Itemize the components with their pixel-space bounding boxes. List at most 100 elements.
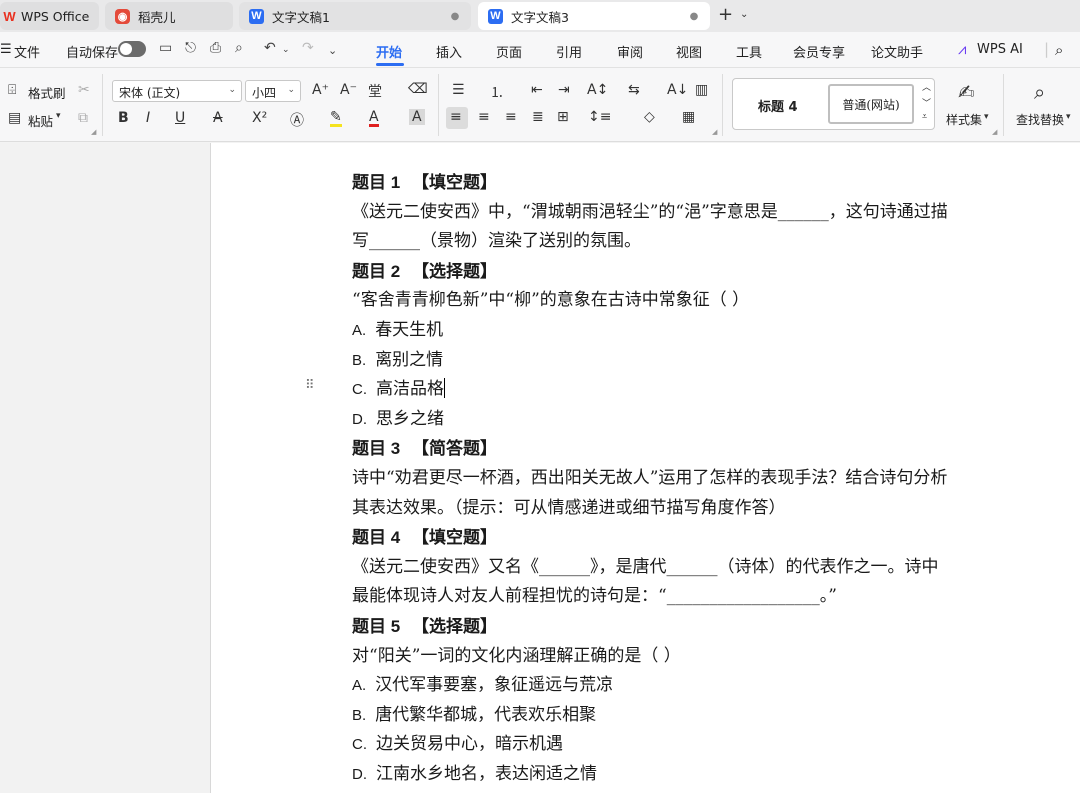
- style-heading4[interactable]: 标题 4: [758, 96, 798, 115]
- sort-icon[interactable]: A↓: [667, 82, 688, 98]
- expand-gallery-icon[interactable]: ⩡: [922, 112, 927, 122]
- more-chevron-icon[interactable]: ⌄: [328, 44, 337, 57]
- style-set-button[interactable]: 样式集: [946, 111, 982, 128]
- chevron-down-icon[interactable]: ▾: [984, 112, 989, 122]
- chevron-down-icon[interactable]: ▾: [56, 111, 61, 121]
- menu-home[interactable]: 开始: [376, 42, 402, 61]
- chevron-down-icon: ⌄: [228, 85, 236, 95]
- menu-tools[interactable]: 工具: [736, 42, 762, 61]
- menu-member[interactable]: 会员专享: [793, 42, 845, 61]
- tab-wps-office[interactable]: W WPS Office: [0, 2, 99, 30]
- paragraph-line: 最能体现诗人对友人前程担忧的诗句是：“__________________。”: [352, 586, 837, 607]
- divider: [1003, 74, 1004, 136]
- menu-file[interactable]: 文件: [14, 42, 40, 61]
- autosave-label: 自动保存: [66, 46, 119, 61]
- drag-handle-icon[interactable]: ⠿: [305, 378, 314, 393]
- bold-icon[interactable]: B: [118, 110, 129, 126]
- tab-bar: W WPS Office ◉ 稻壳儿 W 文字文稿1 ● W 文字文稿3 ● +…: [0, 0, 1080, 32]
- document-content[interactable]: 题目 1 【填空题】 《送元二使安西》中，“渭城朝雨浥轻尘”的“浥”字意思是__…: [352, 168, 1012, 789]
- bullet-list-icon[interactable]: ☰: [452, 82, 465, 98]
- print-preview-icon[interactable]: ⌕: [235, 40, 243, 56]
- align-left-icon[interactable]: ≡: [450, 109, 462, 125]
- tab-close-dot-icon[interactable]: ●: [447, 11, 463, 22]
- tab-document-1[interactable]: W 文字文稿1 ●: [239, 2, 471, 30]
- redo-icon[interactable]: ↷: [302, 40, 314, 56]
- dialog-launcher-icon[interactable]: ◢: [712, 128, 717, 136]
- option-letter: A.: [352, 321, 367, 339]
- option-line: D. 思乡之绪: [352, 405, 1012, 435]
- text-effect-icon[interactable]: Ⓐ: [290, 110, 304, 130]
- undo-icon[interactable]: ↶: [264, 40, 276, 56]
- shading-icon[interactable]: ◇: [644, 109, 655, 125]
- italic-icon[interactable]: I: [146, 110, 150, 126]
- option-text: 春天生机: [375, 319, 444, 340]
- chevron-down-icon[interactable]: ▾: [1066, 112, 1071, 122]
- dialog-launcher-icon[interactable]: ◢: [992, 128, 997, 136]
- chevron-down-icon[interactable]: ⌄: [282, 45, 290, 55]
- font-size-select[interactable]: 小四 ⌄: [245, 80, 301, 102]
- font-color-icon[interactable]: A: [369, 110, 379, 127]
- menu-insert[interactable]: 插入: [436, 42, 462, 61]
- strikethrough-icon[interactable]: A: [213, 110, 223, 126]
- new-tab-plus-icon[interactable]: +: [718, 6, 733, 24]
- grow-font-icon[interactable]: A⁺: [312, 82, 329, 98]
- dialog-launcher-icon[interactable]: ◢: [91, 128, 96, 136]
- paste-icon: ▤: [8, 110, 22, 126]
- menu-page[interactable]: 页面: [496, 42, 522, 61]
- shrink-font-icon[interactable]: A⁻: [340, 82, 357, 98]
- save-icon[interactable]: ▭: [159, 40, 172, 56]
- decrease-indent-icon[interactable]: ⇤: [531, 82, 543, 98]
- docer-icon: ◉: [115, 8, 130, 24]
- menu-paper-assistant[interactable]: 论文助手: [871, 42, 923, 61]
- find-replace-button[interactable]: 查找替换: [1016, 111, 1064, 128]
- distributed-icon[interactable]: ⊞: [557, 109, 569, 125]
- tab-document-3[interactable]: W 文字文稿3 ●: [478, 2, 710, 30]
- phonetic-guide-icon[interactable]: 堂: [368, 81, 382, 101]
- option-text: 汉代军事要塞，象征遥远与荒凉: [375, 675, 614, 696]
- share-icon[interactable]: ⎋: [185, 40, 196, 56]
- search-icon[interactable]: ⌕: [1055, 41, 1063, 59]
- border-icon[interactable]: ▦: [682, 109, 695, 125]
- clear-format-icon[interactable]: ⌫: [408, 81, 428, 97]
- option-letter: C.: [352, 736, 367, 754]
- chevron-down-icon[interactable]: ⌄: [740, 9, 748, 20]
- scroll-up-icon[interactable]: ︿: [922, 80, 931, 93]
- highlight-icon[interactable]: ✎: [330, 110, 342, 127]
- paste-button[interactable]: 粘贴: [28, 111, 53, 130]
- copy-icon[interactable]: ⧉: [78, 110, 88, 126]
- format-painter-button[interactable]: 格式刷: [28, 83, 66, 102]
- superscript-icon[interactable]: X²: [252, 110, 267, 126]
- option-letter: D.: [352, 765, 367, 783]
- font-name-value: 宋体 (正文): [119, 86, 181, 100]
- show-marks-icon[interactable]: ▥: [695, 82, 708, 98]
- menu-view[interactable]: 视图: [676, 42, 702, 61]
- divider: [722, 74, 723, 136]
- question-number: 题目 5: [352, 616, 401, 636]
- menu-review[interactable]: 审阅: [617, 42, 643, 61]
- hamburger-menu-icon[interactable]: ☰: [0, 42, 12, 57]
- option-letter: A.: [352, 677, 367, 695]
- text-direction-icon[interactable]: A↕: [587, 82, 608, 98]
- char-shading-icon[interactable]: A: [409, 109, 425, 125]
- style-normal-web[interactable]: 普通(网站): [828, 84, 914, 124]
- format-painter-icon: ⌹: [8, 82, 17, 98]
- line-spacing-icon[interactable]: ↕≡: [588, 109, 611, 125]
- numbered-list-icon[interactable]: ⒈: [490, 82, 504, 102]
- align-center-icon[interactable]: ≡: [478, 109, 490, 125]
- font-name-select[interactable]: 宋体 (正文) ⌄: [112, 80, 242, 102]
- cut-icon[interactable]: ✂: [78, 82, 90, 98]
- menu-wps-ai[interactable]: WPS AI: [977, 42, 1023, 57]
- print-icon[interactable]: ⎙: [210, 40, 221, 56]
- w-doc-icon: W: [249, 8, 264, 24]
- underline-icon[interactable]: U: [175, 110, 185, 126]
- scroll-down-icon[interactable]: ﹀: [922, 96, 931, 109]
- change-case-icon[interactable]: ⇆: [628, 82, 640, 98]
- chevron-down-icon: ⌄: [287, 85, 295, 95]
- autosave-toggle[interactable]: [118, 41, 146, 57]
- menu-reference[interactable]: 引用: [556, 42, 582, 61]
- tab-close-dot-icon[interactable]: ●: [686, 11, 702, 22]
- justify-icon[interactable]: ≣: [532, 109, 544, 125]
- align-right-icon[interactable]: ≡: [505, 109, 517, 125]
- increase-indent-icon[interactable]: ⇥: [558, 82, 570, 98]
- tab-docer[interactable]: ◉ 稻壳儿: [105, 2, 233, 30]
